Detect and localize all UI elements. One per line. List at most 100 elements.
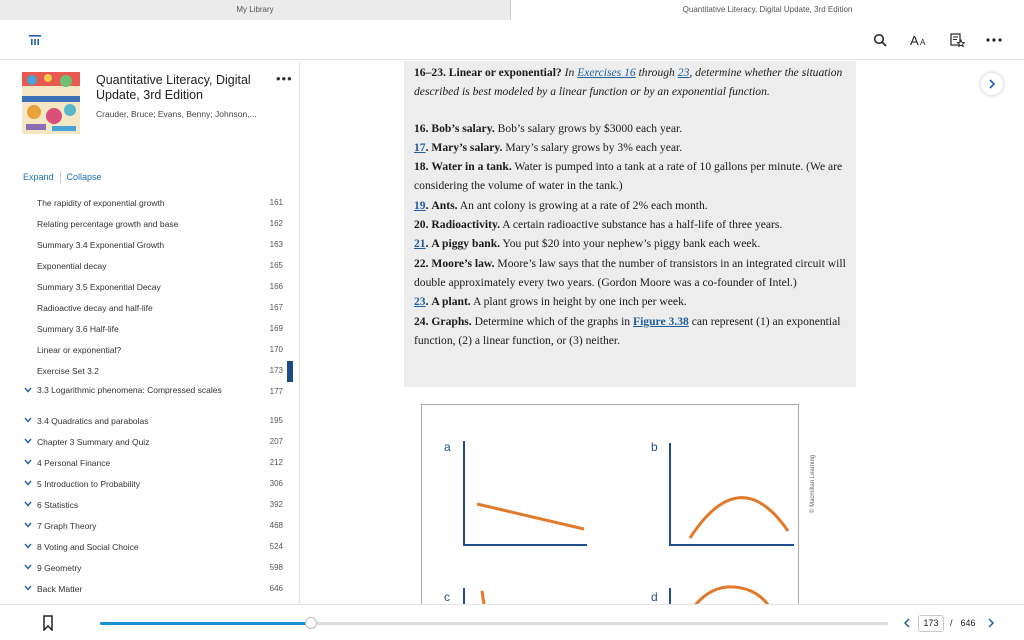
exercise-heading: A plant. [431, 295, 471, 309]
toc-item-label: 9 Geometry [37, 563, 82, 573]
figure-link[interactable]: Figure 3.38 [633, 315, 689, 328]
exercise-number-link[interactable]: 23 [414, 295, 426, 308]
panel-a-axes [463, 441, 587, 546]
panel-c-label: c [444, 590, 450, 604]
toc-item-page: 165 [269, 261, 283, 270]
chevron-down-icon[interactable] [24, 520, 34, 530]
book-options-icon[interactable]: ••• [276, 71, 293, 86]
toc-item-page: 392 [269, 500, 283, 509]
chevron-down-icon[interactable] [24, 541, 34, 551]
exercises-link[interactable]: Exercises 16 [577, 66, 635, 79]
exercise-intro: 16–23. Linear or exponential? In Exercis… [414, 66, 843, 99]
toc-item[interactable]: 4 Personal Finance 212 [0, 453, 299, 474]
toc-item[interactable]: 8 Voting and Social Choice 524 [0, 537, 299, 558]
chevron-down-icon[interactable] [24, 562, 34, 572]
progress-track[interactable] [100, 617, 888, 629]
page-separator: / [950, 618, 953, 628]
toc-item[interactable]: Exponential decay 165 [0, 256, 299, 277]
chevron-left-icon [903, 618, 910, 628]
toc-item-page: 177 [269, 387, 283, 396]
toc-item-page: 598 [269, 563, 283, 572]
toc-item[interactable]: 9 Geometry 598 [0, 558, 299, 579]
toc-item[interactable]: Relating percentage growth and base 162 [0, 214, 299, 235]
exercise-number-link[interactable]: 19 [414, 199, 426, 212]
chevron-right-icon [988, 618, 994, 628]
menu-icon[interactable] [23, 28, 47, 52]
toc-item[interactable]: Summary 3.6 Half-life 169 [0, 319, 299, 340]
book-cover[interactable] [22, 72, 80, 134]
expand-button[interactable]: Expand [23, 172, 54, 182]
bookmark-icon[interactable] [42, 615, 54, 636]
next-page-arrow-button[interactable] [984, 613, 998, 633]
toc-item-label: Radioactive decay and half-life [37, 303, 153, 313]
page-text: 16–23. Linear or exponential? In Exercis… [414, 63, 846, 350]
previous-page-button[interactable] [900, 613, 914, 633]
tab-my-library[interactable]: My Library [0, 0, 511, 20]
chevron-down-icon[interactable] [24, 436, 34, 446]
chevron-down-icon[interactable] [24, 415, 34, 425]
exercise-heading: A piggy bank. [431, 237, 501, 251]
chevron-down-icon[interactable] [24, 478, 34, 488]
exercise-heading: Mary’s salary. [431, 140, 503, 154]
notes-icon[interactable] [945, 28, 969, 52]
toc-item-label: 5 Introduction to Probability [37, 479, 141, 489]
exercise-number-link[interactable]: 21 [414, 237, 426, 250]
exercise-item: 21. A piggy bank. You put $20 into your … [414, 237, 761, 251]
panel-b-label: b [651, 440, 658, 454]
exercise-item: 16. Bob’s salary. Bob’s salary grows by … [414, 121, 683, 135]
current-page-input[interactable]: 173 [918, 614, 944, 632]
toc-item-label: Summary 3.5 Exponential Decay [37, 282, 161, 292]
book-page: 16–23. Linear or exponential? In Exercis… [404, 61, 856, 604]
toc-item[interactable]: 7 Graph Theory 468 [0, 516, 299, 537]
chevron-down-icon[interactable] [24, 499, 34, 509]
toc-item-page: 173 [269, 366, 283, 375]
collapse-button[interactable]: Collapse [67, 172, 102, 182]
toc-item[interactable]: Back Matter 646 [0, 579, 299, 600]
toc-item[interactable]: Linear or exponential? 170 [0, 340, 299, 361]
toc-item-page: 163 [269, 240, 283, 249]
exercise-heading: Ants. [431, 198, 458, 212]
tab-bar: My Library Quantitative Literacy, Digita… [0, 0, 1024, 20]
exercise-heading: Water in a tank. [431, 160, 512, 174]
progress-fill [100, 622, 311, 625]
progress-slider-handle[interactable] [305, 617, 317, 629]
divider [59, 171, 61, 183]
panel-a-curve [476, 502, 585, 531]
more-icon[interactable] [982, 28, 1006, 52]
next-page-button[interactable] [981, 73, 1003, 95]
panel-b-axes [669, 443, 794, 546]
chevron-down-icon[interactable] [24, 457, 34, 467]
exercise-number: 20. [414, 218, 429, 232]
toc-item-page: 161 [269, 198, 283, 207]
toc-item[interactable]: 3.4 Quadratics and parabolas 195 [0, 411, 299, 432]
panel-c-curve [480, 590, 486, 604]
exercise-number: 24. [414, 314, 429, 328]
toc-item-label: 7 Graph Theory [37, 521, 97, 531]
toc-item[interactable]: Summary 3.5 Exponential Decay 166 [0, 277, 299, 298]
toc-item[interactable]: Radioactive decay and half-life 167 [0, 298, 299, 319]
chevron-down-icon[interactable] [24, 385, 34, 395]
toc-item-label: Relating percentage growth and base [37, 219, 179, 229]
exercise-heading: Graphs. [431, 314, 472, 328]
toc-item[interactable]: Summary 3.4 Exponential Growth 163 [0, 235, 299, 256]
toc-item[interactable]: 6 Statistics 392 [0, 495, 299, 516]
exercise-list: 16. Bob’s salary. Bob’s salary grows by … [414, 119, 846, 351]
tab-book[interactable]: Quantitative Literacy, Digital Update, 3… [511, 0, 1024, 20]
reader-content: 16–23. Linear or exponential? In Exercis… [301, 61, 1024, 604]
search-icon[interactable] [868, 28, 892, 52]
toc-item-label: Back Matter [37, 584, 83, 594]
toc-item[interactable]: The rapidity of exponential growth 161 [0, 193, 299, 214]
page-navigator: 173 / 646 [900, 613, 998, 633]
font-size-icon[interactable]: AA [907, 28, 931, 52]
toc-item-label: The rapidity of exponential growth [37, 198, 165, 208]
exercise-23-link[interactable]: 23 [678, 66, 690, 79]
exercise-number-link[interactable]: 17 [414, 141, 426, 154]
figure-frame: a b c d [421, 404, 799, 604]
toc-item-page: 169 [269, 324, 283, 333]
toc-item-label: 6 Statistics [37, 500, 79, 510]
toc-item[interactable]: 5 Introduction to Probability 306 [0, 474, 299, 495]
toc-item[interactable]: Chapter 3 Summary and Quiz 207 [0, 432, 299, 453]
toc-item[interactable]: Exercise Set 3.2 173 [0, 361, 299, 382]
toc-item[interactable]: 3.3 Logarithmic phenomena: Compressed sc… [0, 382, 299, 411]
chevron-down-icon[interactable] [24, 583, 34, 593]
